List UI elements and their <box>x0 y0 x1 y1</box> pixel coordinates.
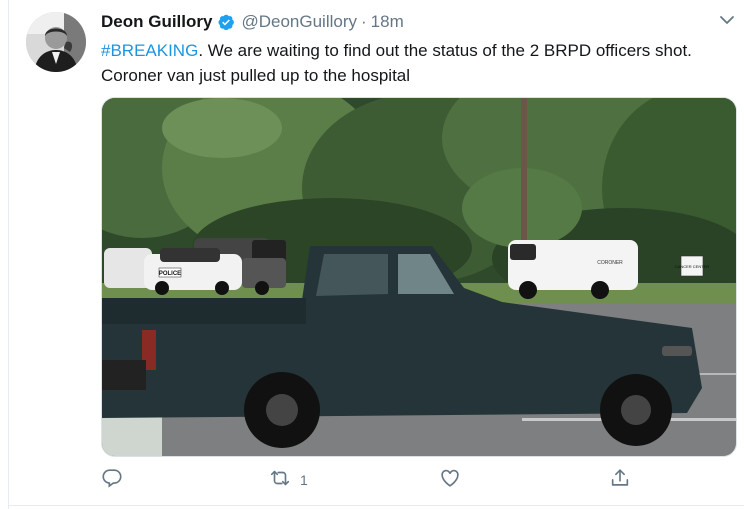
tweet-photo[interactable]: POLICE CORONER CANCER CENTER <box>101 97 737 457</box>
verified-icon <box>217 13 235 31</box>
police-label: POLICE <box>159 271 181 277</box>
hashtag-link[interactable]: #BREAKING <box>101 41 198 60</box>
sign-label: CANCER CENTER <box>675 264 710 269</box>
timestamp[interactable]: 18m <box>371 12 404 32</box>
tweet-divider <box>8 505 744 506</box>
van-label: CORONER <box>597 260 623 266</box>
tweet-text: #BREAKING. We are waiting to find out th… <box>101 38 721 88</box>
retweet-button[interactable]: 1 <box>269 465 308 495</box>
share-button[interactable] <box>609 465 640 495</box>
retweet-icon <box>269 467 291 494</box>
tweet-header: Deon Guillory @DeonGuillory · 18m <box>101 11 404 33</box>
chevron-down-icon[interactable] <box>716 12 738 30</box>
like-icon <box>439 467 461 494</box>
like-button[interactable] <box>439 465 470 495</box>
share-icon <box>609 467 631 494</box>
author-handle[interactable]: @DeonGuillory <box>241 12 357 32</box>
tweet-card[interactable]: Deon Guillory @DeonGuillory · 18m #BREAK… <box>0 0 744 509</box>
timeline-border <box>8 0 9 509</box>
reply-button[interactable] <box>101 465 132 495</box>
reply-icon <box>101 467 123 494</box>
retweet-count: 1 <box>300 472 308 488</box>
avatar[interactable] <box>26 12 86 72</box>
author-name[interactable]: Deon Guillory <box>101 12 212 32</box>
tweet-actions: 1 <box>101 465 721 495</box>
separator-dot: · <box>361 12 367 31</box>
